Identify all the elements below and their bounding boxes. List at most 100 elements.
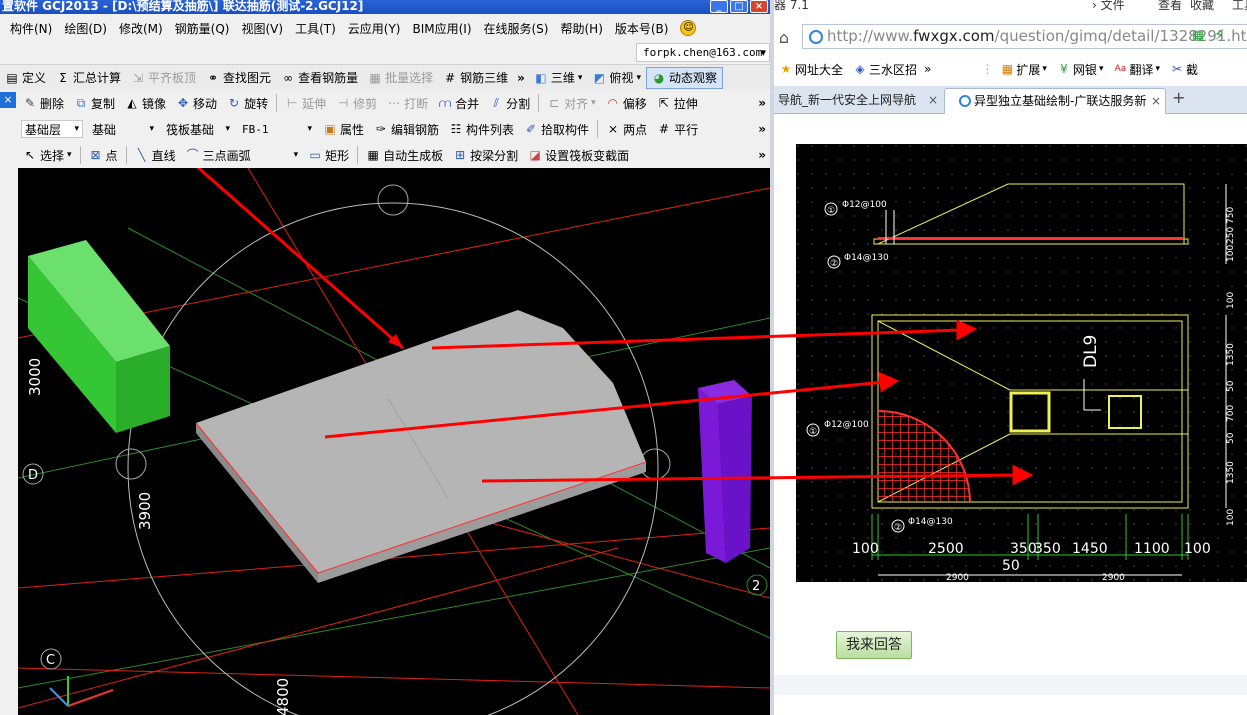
batch-select-button[interactable]: ▦ 批量选择 [363, 67, 438, 89]
dynamic-orbit-button[interactable]: ◕ 动态观察 [645, 66, 723, 89]
tab-close-icon[interactable]: × [928, 88, 938, 112]
trim-icon: ⊣ [337, 96, 349, 110]
bookmark-sanshui[interactable]: ◈ 三水区招 [850, 61, 920, 78]
extensions-button[interactable]: ▦ 扩展 ▾ [997, 61, 1050, 78]
split-button[interactable]: ⫽ 分割 [484, 92, 535, 114]
align-slab-top-button[interactable]: ⇲ 平齐板顶 [126, 67, 201, 89]
find-element-button[interactable]: ⚭ 查找图元 [201, 67, 276, 89]
stretch-button[interactable]: ⇱ 拉伸 [652, 92, 703, 114]
property-button[interactable]: ▣ 属性 [318, 118, 369, 140]
smiley-icon[interactable]: ☺ [680, 20, 697, 36]
foundation-drawing-image: ① Φ12@100 ② Φ14@130 DL9 ① Φ12@100 ② Φ14@… [796, 144, 1247, 582]
menu-rebar-qty[interactable]: 钢筋量(Q) [175, 20, 230, 37]
two-point-icon: ⨯ [608, 122, 619, 136]
browser-menu-tools[interactable]: 工具 [1232, 0, 1247, 11]
view-3d-dropdown[interactable]: ◧ 三维 ▾ [529, 67, 588, 89]
maximize-button[interactable]: □ [730, 0, 748, 13]
browser-menu-file[interactable]: › 文件 [1092, 0, 1125, 11]
category-select[interactable]: 基础 ▾ [89, 120, 157, 138]
break-button[interactable]: ⋯ 打断 [382, 92, 433, 114]
bookmark-site-directory[interactable]: ★ 网址大全 [776, 61, 846, 78]
copy-button[interactable]: ⧉ 复制 [69, 92, 120, 114]
trim-button[interactable]: ⊣ 修剪 [331, 92, 382, 114]
delete-icon: ✎ [24, 96, 36, 110]
select-dropdown[interactable]: ↖ 选择 ▾ [18, 144, 77, 166]
toolbar-more-chevron[interactable]: » [513, 71, 529, 85]
edit-rebar-button[interactable]: ✑ 编辑钢筋 [369, 118, 444, 140]
home-icon[interactable]: ⌂ [774, 28, 794, 47]
menu-help[interactable]: 帮助(H) [560, 20, 602, 37]
dim-total-2900-left: 2900 [946, 573, 969, 582]
axis-label-2: 2 [752, 579, 760, 594]
bookmark-star-icon: ★ [780, 62, 792, 76]
toolbar3-more-chevron[interactable]: » [754, 122, 770, 136]
extend-button[interactable]: ⊢ 延伸 [280, 92, 331, 114]
account-dropdown[interactable]: forpk.chen@163.com [636, 43, 770, 62]
browser-menu-view[interactable]: 查看 [1158, 0, 1182, 11]
panel-close-icon[interactable]: × [0, 92, 16, 108]
menu-version[interactable]: 版本号(B) [615, 20, 669, 37]
foundation-label-dl9: DL9 [1081, 335, 1101, 368]
menu-online[interactable]: 在线服务(S) [484, 20, 549, 37]
auto-generate-slab-button[interactable]: ▦ 自动生成板 [361, 144, 448, 166]
parallel-button[interactable]: # 平行 [652, 118, 703, 140]
minimize-button[interactable]: _ [710, 0, 728, 13]
cad-3d-scene: 3000 3900 4800 D C 2 [18, 168, 770, 715]
split-by-beam-button[interactable]: ⊞ 按梁分割 [448, 144, 523, 166]
merge-button[interactable]: ⩋ 合并 [433, 92, 484, 114]
delete-button[interactable]: ✎ 删除 [18, 92, 69, 114]
move-button[interactable]: ✥ 移动 [171, 92, 222, 114]
new-tab-button[interactable]: + [1172, 88, 1185, 107]
floor-select[interactable]: 基础层 ▾ [21, 120, 83, 138]
pick-component-button[interactable]: ✐ 拾取构件 [519, 118, 594, 140]
view-rebar-qty-button[interactable]: ∞ 查看钢筋量 [276, 67, 363, 89]
element-type-select[interactable]: 筏板基础 ▾ [163, 120, 233, 138]
menu-bar: 构件(N) 绘图(D) 修改(M) 钢筋量(Q) 视图(V) 工具(T) 云应用… [0, 16, 770, 40]
tab-navigation[interactable]: 导航_新一代安全上网导航 × [774, 88, 942, 114]
dim-bottom-350-b: 350 [1034, 541, 1061, 557]
toolbar4-more-chevron[interactable]: » [754, 148, 770, 162]
batch-select-icon: ▦ [369, 70, 381, 85]
answer-button[interactable]: 我来回答 [836, 631, 912, 659]
two-point-button[interactable]: ⨯ 两点 [601, 118, 652, 140]
raft-section-button[interactable]: ◪ 设置筏板变截面 [523, 144, 634, 166]
browser-menu-favorites[interactable]: 收藏 [1190, 0, 1214, 11]
rebar-3d-button[interactable]: # 钢筋三维 [438, 67, 513, 89]
tab-close-icon[interactable]: × [1151, 89, 1161, 113]
cad-viewport[interactable]: 3000 3900 4800 D C 2 [18, 168, 770, 715]
url-input[interactable]: http://www.fwxgx.com/question/gimq/detai… [802, 24, 1247, 49]
toolbar2-more-chevron[interactable]: » [754, 96, 770, 110]
screenshot-button[interactable]: ✂ 截 [1167, 61, 1201, 78]
rotate-button[interactable]: ↻ 旋转 [222, 92, 273, 114]
align-dropdown[interactable]: ⊏ 对齐 ▾ [542, 92, 601, 114]
menu-component[interactable]: 构件(N) [10, 20, 52, 37]
component-list-button[interactable]: ☷ 构件列表 [444, 118, 519, 140]
offset-button[interactable]: ◠ 偏移 [601, 92, 652, 114]
menu-draw[interactable]: 绘图(D) [64, 20, 107, 37]
online-bank-button[interactable]: ¥ 网银 ▾ [1054, 61, 1107, 78]
line-button[interactable]: ╲ 直线 [130, 144, 181, 166]
green-column-block [28, 240, 170, 433]
lightning-icon[interactable]: ⚡ [1214, 26, 1225, 44]
define-button[interactable]: ▤ 定义 [0, 67, 51, 89]
menu-modify[interactable]: 修改(M) [119, 20, 163, 37]
view-top-dropdown[interactable]: ◩ 俯视 ▾ [587, 67, 646, 89]
menu-tools[interactable]: 工具(T) [295, 20, 336, 37]
edit-rebar-icon: ✑ [375, 122, 387, 136]
bookmarks-more-chevron[interactable]: » [924, 62, 931, 76]
mirror-button[interactable]: ◭ 镜像 [120, 92, 171, 114]
parallel-icon: # [659, 122, 670, 136]
summary-calc-button[interactable]: Σ 汇总计算 [51, 67, 126, 89]
menu-cloud[interactable]: 云应用(Y) [348, 20, 401, 37]
menu-view[interactable]: 视图(V) [241, 20, 283, 37]
close-button[interactable]: × [750, 0, 768, 13]
three-point-arc-dropdown[interactable]: ⌒ 三点画弧 ▾ [181, 144, 304, 166]
element-select[interactable]: FB-1 ▾ [239, 120, 315, 138]
point-button[interactable]: ⊠ 点 [84, 144, 123, 166]
translate-button[interactable]: Aa 翻译 ▾ [1110, 61, 1163, 78]
rectangle-button[interactable]: ▭ 矩形 [303, 144, 354, 166]
menu-bim[interactable]: BIM应用(I) [412, 20, 471, 37]
qr-icon[interactable]: ▦ [1192, 28, 1204, 43]
tab-question-page[interactable]: 异型独立基础绘制-广联达服务新 × [944, 88, 1166, 114]
extension-icon: ▦ [1001, 62, 1014, 76]
